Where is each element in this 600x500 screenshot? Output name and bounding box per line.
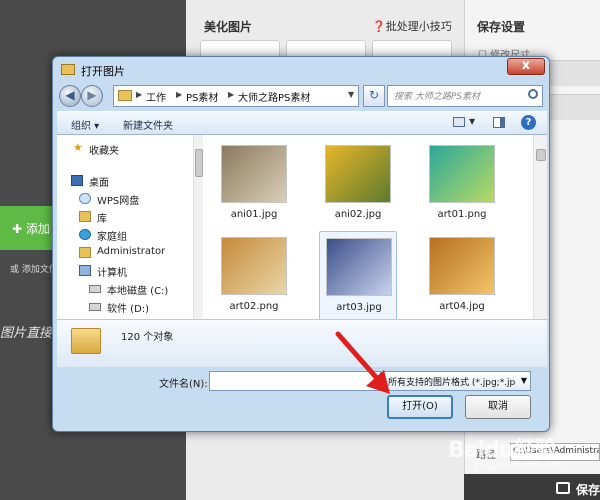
homegroup-icon [79,229,91,240]
file-item[interactable]: ani01.jpg [215,139,293,229]
address-bar[interactable]: ▶ 工作 ▶ PS素材 ▶ 大师之路PS素材 ▼ [113,85,359,107]
question-icon: ❓ [372,20,386,33]
nav-item-drive-d[interactable]: 软件 (D:) [57,299,193,316]
nav-item-administrator[interactable]: Administrator [57,245,193,262]
file-item[interactable]: art01.png [423,139,501,229]
file-thumbnail [429,145,495,203]
navigation-pane: ★ 收藏夹 桌面 WPS网盘 库 家庭组 Administrator 计算机 本… [57,135,193,319]
file-name: ani02.jpg [334,209,382,220]
watermark-url: jingyan.baidu.com [474,460,567,471]
dialog-toolbar: 组织 ▾ 新建文件夹 ▼ ? [57,111,547,135]
file-name: art01.png [437,209,487,220]
nav-item-favorites[interactable]: ★ 收藏夹 [57,141,193,158]
nav-item-drive-c[interactable]: 本地磁盘 (C:) [57,281,193,298]
view-options-icon[interactable] [453,117,465,127]
nav-item-library[interactable]: 库 [57,209,193,226]
file-thumbnail [325,145,391,203]
plus-icon: ✚ [12,222,26,236]
chevron-down-icon[interactable]: ▼ [469,117,475,126]
handwritten-text: 图片直接 [0,326,53,341]
nav-scrollbar[interactable] [193,135,203,319]
file-thumbnail [429,237,495,295]
save-button[interactable]: 保存 [576,481,600,498]
chevron-right-icon: ▶ [228,90,235,99]
cloud-icon [79,193,91,204]
file-name: art04.jpg [439,301,485,312]
save-icon [556,482,570,494]
drive-icon [89,285,101,293]
file-thumbnail [221,145,287,203]
open-image-dialog: 打开图片 x ◀ ▶ ▶ 工作 ▶ PS素材 ▶ 大师之路PS素材 ▼ ↻ 搜索… [52,56,550,432]
star-icon: ★ [73,141,83,154]
user-folder-icon [79,247,91,258]
cancel-button[interactable]: 取消 [465,395,531,419]
forward-button[interactable]: ▶ [81,85,103,107]
scroll-thumb[interactable] [195,149,203,177]
new-folder-button[interactable]: 新建文件夹 [123,117,173,132]
save-settings-title: 保存设置 [477,20,526,34]
file-name: ani01.jpg [230,209,278,220]
file-item[interactable]: ani02.jpg [319,139,397,229]
file-name: art03.jpg [336,302,382,313]
filetype-value: 所有支持的图片格式 (*.jpg;*.jp [388,378,516,388]
item-count: 120 个对象 [121,332,174,343]
help-icon[interactable]: ? [521,115,536,130]
file-scrollbar[interactable] [533,135,547,319]
chevron-down-icon[interactable]: ▼ [348,90,354,99]
refresh-button[interactable]: ↻ [363,85,385,107]
desktop-icon [71,175,83,186]
filetype-select[interactable]: 所有支持的图片格式 (*.jpg;*.jp ▼ [383,371,531,391]
add-folder-hint[interactable]: 或 添加文件夹 [10,262,58,275]
add-button-label: 添加 [25,222,50,236]
arrow-shaft [335,331,385,387]
file-name: art02.png [229,301,279,312]
computer-icon [79,265,91,276]
chevron-right-icon: ▶ [176,90,183,99]
search-placeholder: 搜索 大师之路PS素材 [394,92,481,102]
nav-item-desktop[interactable]: 桌面 [57,173,193,190]
file-item[interactable]: art04.jpg [423,231,501,319]
red-arrow-annotation [335,331,390,394]
nav-item-homegroup[interactable]: 家庭组 [57,227,193,244]
breadcrumb-item[interactable]: 工作 [146,89,166,104]
beautify-title: 美化图片 [204,20,253,34]
drive-icon [89,303,101,311]
organize-button[interactable]: 组织 ▾ [71,117,99,132]
search-input[interactable]: 搜索 大师之路PS素材 [387,85,543,107]
nav-item-wps-cloud[interactable]: WPS网盘 [57,191,193,208]
breadcrumb-item[interactable]: 大师之路PS素材 [238,89,310,104]
folder-icon [71,328,101,354]
details-pane: 120 个对象 [57,319,547,367]
batch-tips-link[interactable]: ❓批处理小技巧 [372,18,452,34]
folder-icon [61,64,75,75]
filename-label: 文件名(N): [159,379,208,390]
file-thumbnail [326,238,392,296]
chevron-down-icon: ▼ [520,376,527,385]
file-item-selected[interactable]: art03.jpg [319,231,397,319]
screen: ✚ 添加 或 添加文件夹 图片直接 美化图片 ❓批处理小技巧 保存设置 ☐ 修改… [0,0,600,500]
file-thumbnail [221,237,287,295]
file-list: ani01.jpg ani02.jpg art01.png art02.png … [203,135,533,319]
back-button[interactable]: ◀ [59,85,81,107]
folder-icon [118,90,132,101]
nav-item-computer[interactable]: 计算机 [57,263,193,280]
scroll-thumb[interactable] [536,149,546,161]
close-button[interactable]: x [507,58,545,75]
breadcrumb-item[interactable]: PS素材 [186,89,218,104]
dialog-title: 打开图片 [81,65,125,78]
file-item[interactable]: art02.png [215,231,293,319]
preview-pane-icon[interactable] [493,117,505,128]
chevron-right-icon: ▶ [136,90,143,99]
search-icon [528,89,538,99]
library-icon [79,211,91,222]
